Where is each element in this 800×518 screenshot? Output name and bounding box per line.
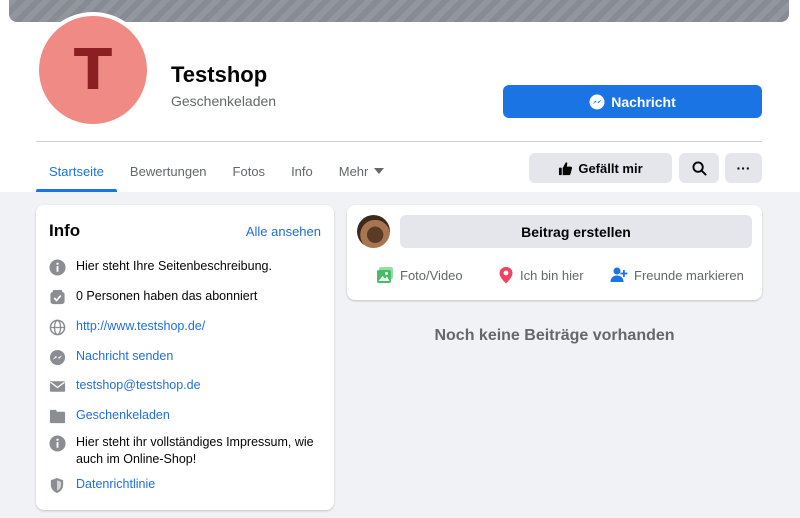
- tab-startseite[interactable]: Startseite: [36, 150, 117, 192]
- globe-icon: [48, 318, 66, 336]
- checkin-label: Ich bin hier: [520, 267, 584, 283]
- category-link[interactable]: Geschenkeladen: [76, 407, 316, 424]
- messenger-icon: [48, 348, 66, 366]
- tab-bewertungen[interactable]: Bewertungen: [117, 150, 220, 192]
- info-card: Info Alle ansehen Hier steht Ihre Seiten…: [36, 205, 334, 510]
- tag-friends-button[interactable]: Freunde markieren: [610, 264, 744, 286]
- photo-video-label: Foto/Video: [400, 267, 463, 283]
- info-item-text: Hier steht ihr vollständiges Impressum, …: [76, 435, 314, 466]
- caret-down-icon: [374, 168, 385, 174]
- info-title: Info: [49, 221, 81, 240]
- info-item-privacy[interactable]: Datenrichtlinie: [48, 476, 316, 494]
- tab-label: Mehr: [338, 163, 369, 179]
- send-message-link[interactable]: Nachricht senden: [76, 348, 316, 365]
- create-post-button[interactable]: Beitrag erstellen: [400, 215, 752, 248]
- privacy-policy-link[interactable]: Datenrichtlinie: [76, 476, 316, 493]
- subscribe-icon: [48, 288, 66, 306]
- info-item-message[interactable]: Nachricht senden: [48, 348, 316, 366]
- photo-video-button[interactable]: Foto/Video: [376, 264, 463, 286]
- location-pin-icon: [498, 266, 514, 284]
- see-all-link[interactable]: Alle ansehen: [246, 224, 321, 239]
- info-item-description: Hier steht Ihre Seitenbeschreibung.: [48, 258, 316, 276]
- avatar-letter: T: [73, 38, 113, 103]
- tab-fotos[interactable]: Fotos: [220, 150, 279, 192]
- tab-label: Bewertungen: [129, 163, 207, 179]
- more-options-button[interactable]: ···: [725, 153, 762, 183]
- messenger-icon: [589, 94, 605, 110]
- post-composer: Beitrag erstellen Foto/Video Ich bin hie…: [347, 205, 762, 300]
- info-item-email[interactable]: testshop@testshop.de: [48, 377, 316, 395]
- header-divider: [36, 141, 762, 142]
- email-link[interactable]: testshop@testshop.de: [76, 377, 316, 394]
- info-item-text: 0 Personen haben das abonniert: [76, 289, 258, 303]
- info-item-imprint: Hier steht ihr vollständiges Impressum, …: [48, 434, 316, 468]
- info-item-subscribers: 0 Personen haben das abonniert: [48, 288, 316, 306]
- category-icon: [48, 407, 66, 425]
- tag-friends-icon: [610, 266, 628, 284]
- tab-label: Info: [291, 163, 313, 179]
- info-item-category[interactable]: Geschenkeladen: [48, 407, 316, 425]
- thumbs-up-icon: [558, 161, 573, 176]
- info-item-website[interactable]: http://www.testshop.de/: [48, 318, 316, 336]
- tab-label: Fotos: [232, 163, 266, 179]
- checkin-button[interactable]: Ich bin hier: [498, 264, 584, 286]
- info-icon: [48, 434, 66, 452]
- tab-info[interactable]: Info: [278, 150, 326, 192]
- search-button[interactable]: [679, 153, 719, 183]
- info-item-text: Hier steht Ihre Seitenbeschreibung.: [76, 259, 272, 273]
- more-dots-icon: ···: [736, 160, 751, 176]
- page-header: T Testshop Geschenkeladen Nachricht Star…: [0, 0, 800, 192]
- cover-photo[interactable]: [9, 0, 789, 22]
- empty-feed-message: Noch keine Beiträge vorhanden: [434, 327, 675, 344]
- user-avatar[interactable]: [357, 215, 390, 248]
- search-icon: [691, 160, 707, 176]
- email-icon: [48, 377, 66, 395]
- page-tabs: Startseite Bewertungen Fotos Info Mehr: [36, 150, 397, 192]
- tab-mehr[interactable]: Mehr: [326, 150, 398, 192]
- tab-label: Startseite: [49, 163, 104, 179]
- like-button[interactable]: Gefällt mir: [529, 153, 672, 183]
- page-avatar[interactable]: T: [39, 16, 147, 124]
- page-category[interactable]: Geschenkeladen: [171, 93, 276, 109]
- tag-friends-label: Freunde markieren: [634, 267, 744, 283]
- info-icon: [48, 258, 66, 276]
- shield-icon: [48, 476, 66, 494]
- message-button-label: Nachricht: [611, 93, 676, 110]
- photo-icon: [376, 266, 394, 284]
- message-button[interactable]: Nachricht: [503, 85, 762, 118]
- like-button-label: Gefällt mir: [578, 160, 643, 176]
- website-link[interactable]: http://www.testshop.de/: [76, 318, 316, 335]
- page-title: Testshop: [171, 62, 268, 87]
- create-post-label: Beitrag erstellen: [521, 223, 631, 240]
